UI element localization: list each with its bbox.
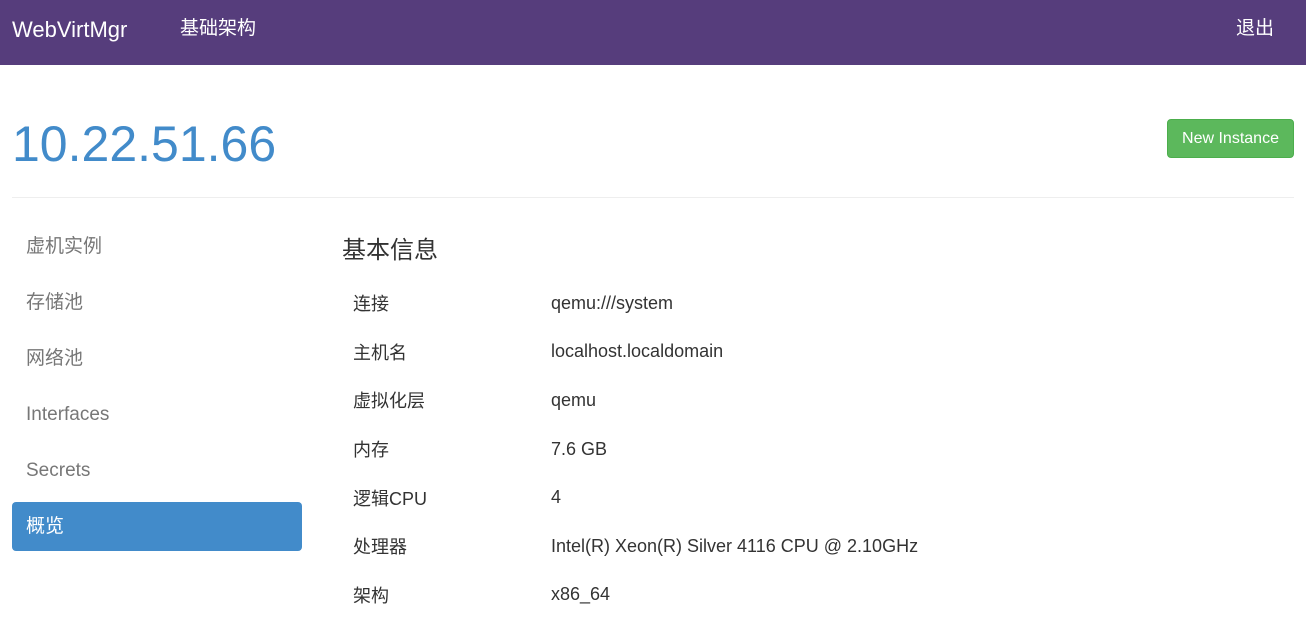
page-title: 10.22.51.66 [12, 116, 277, 172]
sidebar-item-instances[interactable]: 虚机实例 [12, 222, 302, 271]
sidebar-item-storage[interactable]: 存储池 [12, 278, 302, 327]
new-instance-button[interactable]: New Instance [1167, 119, 1294, 158]
info-value-connection: qemu:///system [551, 292, 674, 313]
info-value-processor: Intel(R) Xeon(R) Silver 4116 CPU @ 2.10G… [551, 535, 919, 556]
info-key-hypervisor: 虚拟化层 [353, 391, 425, 412]
table-row: 内存 7.6 GB [342, 425, 1251, 474]
info-value-memory: 7.6 GB [551, 438, 608, 459]
info-value-hostname: localhost.localdomain [551, 341, 724, 362]
sidebar: 虚机实例 存储池 网络池 Interfaces Secrets 概览 [12, 222, 302, 558]
logout-link[interactable]: 退出 [1236, 16, 1274, 42]
host-info-table: 连接 qemu:///system 主机名 localhost.localdom… [342, 279, 1251, 619]
sidebar-item-overview[interactable]: 概览 [12, 502, 302, 551]
table-row: 处理器 Intel(R) Xeon(R) Silver 4116 CPU @ 2… [342, 522, 1251, 571]
info-key-connection: 连接 [353, 294, 389, 315]
info-value-logical-cpu: 4 [551, 487, 562, 508]
info-key-processor: 处理器 [353, 537, 407, 558]
sidebar-item-secrets[interactable]: Secrets [12, 446, 302, 495]
header-divider [12, 197, 1294, 198]
info-key-memory: 内存 [353, 440, 389, 461]
info-key-hostname: 主机名 [353, 342, 407, 363]
table-row: 连接 qemu:///system [342, 279, 1251, 328]
info-value-architecture: x86_64 [551, 584, 611, 605]
table-row: 架构 x86_64 [342, 571, 1251, 620]
section-title: 基本信息 [342, 237, 438, 264]
nav-infrastructure-link[interactable]: 基础架构 [180, 16, 256, 42]
info-value-hypervisor: qemu [551, 389, 597, 410]
table-row: 主机名 localhost.localdomain [342, 328, 1251, 377]
brand-link[interactable]: WebVirtMgr [12, 16, 127, 44]
table-row: 虚拟化层 qemu [342, 376, 1251, 425]
info-key-logical-cpu: 逻辑CPU [353, 488, 428, 509]
sidebar-item-networks[interactable]: 网络池 [12, 334, 302, 383]
table-row: 逻辑CPU 4 [342, 473, 1251, 522]
sidebar-item-interfaces[interactable]: Interfaces [12, 390, 302, 439]
top-navbar: WebVirtMgr 基础架构 退出 [0, 0, 1306, 65]
info-key-architecture: 架构 [353, 585, 389, 606]
